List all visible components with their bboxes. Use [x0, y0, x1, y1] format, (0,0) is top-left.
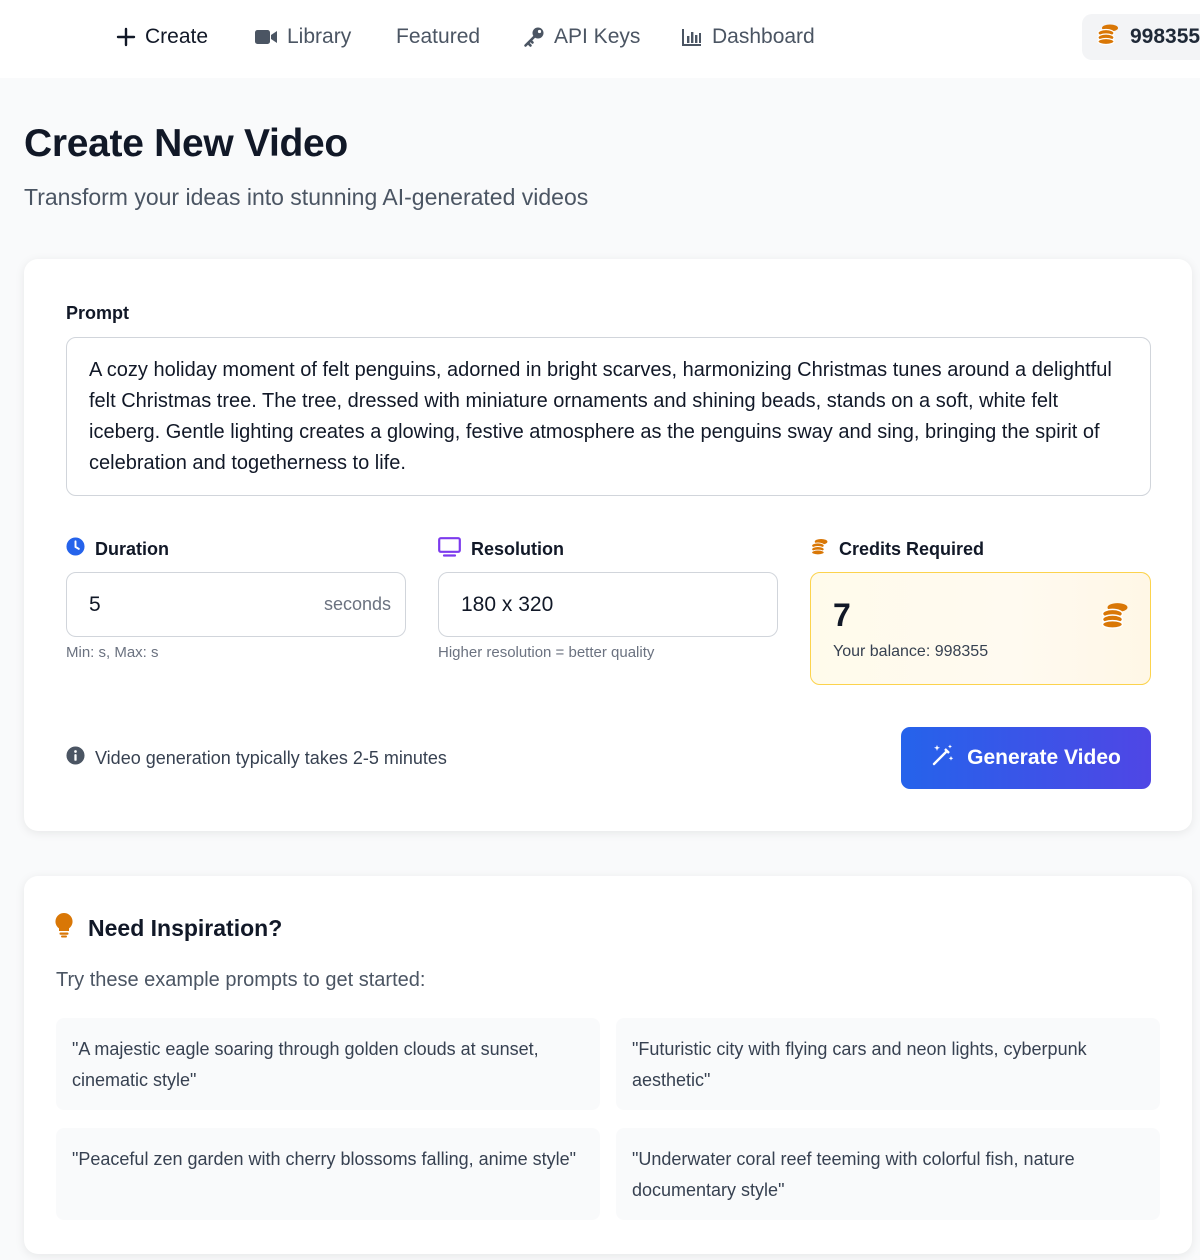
resolution-hint: Higher resolution = better quality [438, 644, 655, 661]
nav-api-keys-label: API Keys [554, 25, 641, 48]
nav-featured-label: Featured [396, 25, 481, 48]
create-video-form: Prompt A cozy holiday moment of felt pen… [24, 259, 1192, 831]
duration-label: Duration [66, 537, 169, 561]
inspiration-title-text: Need Inspiration? [88, 914, 283, 941]
nav-dashboard-label: Dashboard [712, 25, 815, 48]
info-text: Video generation typically takes 2-5 min… [95, 747, 447, 768]
generate-video-label: Generate Video [967, 746, 1121, 769]
plus-icon [116, 27, 136, 47]
prompt-label-text: Prompt [66, 303, 129, 323]
duration-label-text: Duration [95, 538, 169, 559]
top-nav: Create Library Featured API Keys Dashboa… [0, 0, 1200, 78]
page-title: Create New Video [24, 122, 348, 165]
resolution-label: Resolution [438, 537, 564, 562]
duration-hint: Min: s, Max: s [66, 644, 159, 661]
magic-wand-icon [931, 743, 955, 773]
example-prompt[interactable]: "A majestic eagle soaring through golden… [56, 1018, 600, 1110]
credits-required-label: Credits Required [810, 537, 984, 561]
video-camera-icon [254, 28, 278, 46]
resolution-label-text: Resolution [471, 539, 564, 559]
credits-balance-text: Your balance: 998355 [833, 643, 989, 660]
inspiration-subtitle: Try these example prompts to get started… [56, 969, 426, 991]
duration-input[interactable]: 5 seconds [66, 572, 406, 637]
resolution-value: 180 x 320 [461, 592, 554, 616]
example-prompt[interactable]: "Underwater coral reef teeming with colo… [616, 1128, 1160, 1220]
nav-api-keys[interactable]: API Keys [523, 22, 640, 52]
example-prompt[interactable]: "Futuristic city with flying cars and ne… [616, 1018, 1160, 1110]
nav-featured[interactable]: Featured [396, 22, 480, 52]
duration-suffix: seconds [323, 594, 391, 614]
generate-video-button[interactable]: Generate Video [901, 727, 1151, 789]
lightbulb-icon [54, 912, 74, 944]
chart-bar-icon [681, 27, 703, 47]
nav-create-label: Create [145, 25, 209, 48]
duration-value: 5 [89, 592, 101, 616]
coins-icon [1100, 601, 1130, 634]
nav-library[interactable]: Library [254, 22, 351, 52]
page-subtitle: Transform your ideas into stunning AI-ge… [24, 184, 589, 210]
inspiration-title: Need Inspiration? [54, 912, 282, 944]
credits-balance-pill[interactable]: 998355 [1082, 14, 1200, 60]
nav-dashboard[interactable]: Dashboard [681, 22, 815, 52]
coins-icon [810, 537, 829, 561]
credits-balance-value: 998355 [1130, 25, 1200, 48]
prompt-textarea[interactable]: A cozy holiday moment of felt penguins, … [66, 337, 1151, 496]
clock-icon [66, 537, 85, 561]
coins-icon [1096, 23, 1120, 51]
monitor-icon [438, 537, 461, 562]
credits-required-label-text: Credits Required [839, 538, 985, 559]
inspiration-card: Need Inspiration? Try these example prom… [24, 876, 1192, 1254]
prompt-label: Prompt [66, 303, 129, 324]
generation-time-info: Video generation typically takes 2-5 min… [66, 746, 447, 770]
credits-required-panel: 7 Your balance: 998355 [810, 572, 1151, 685]
nav-create[interactable]: Create [116, 22, 208, 52]
nav-library-label: Library [287, 25, 352, 48]
info-icon [66, 746, 85, 770]
credits-required-value: 7 [833, 597, 851, 633]
key-icon [523, 26, 545, 48]
resolution-select[interactable]: 180 x 320 [438, 572, 778, 637]
example-prompt[interactable]: "Peaceful zen garden with cherry blossom… [56, 1128, 600, 1220]
